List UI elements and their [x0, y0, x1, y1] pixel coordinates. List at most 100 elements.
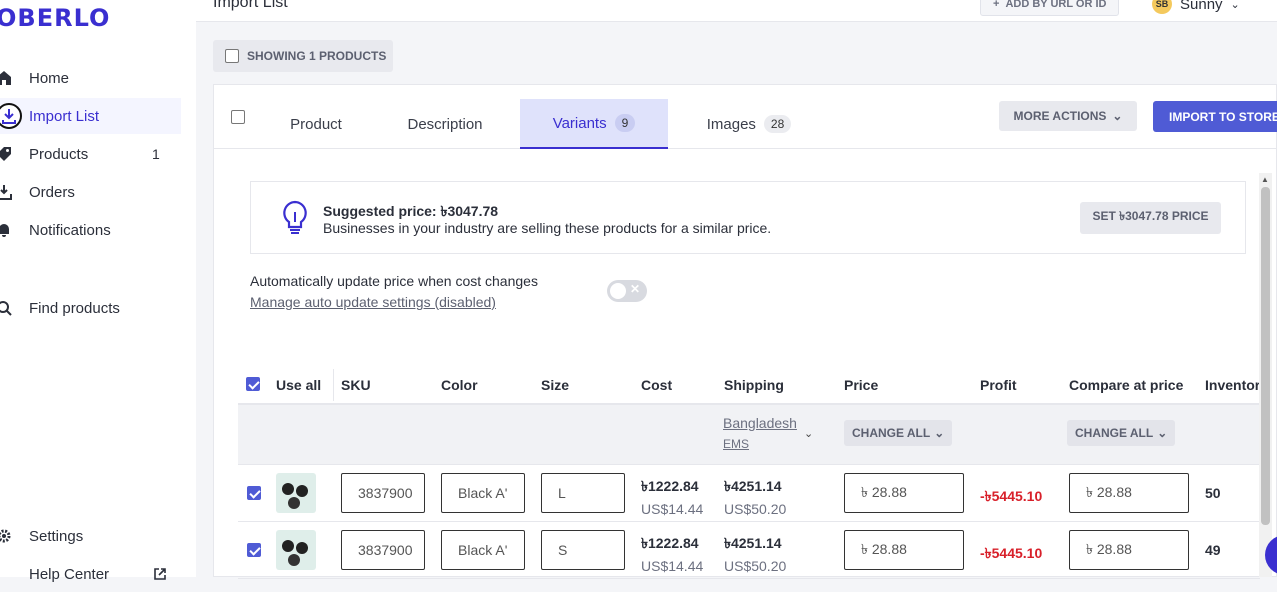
shipping-cell: ৳4251.14 US$50.20: [724, 532, 786, 574]
import-to-store-button[interactable]: IMPORT TO STORE: [1153, 101, 1277, 132]
select-all-products-checkbox[interactable]: [225, 49, 239, 63]
download-icon: [0, 103, 22, 129]
vertical-scrollbar[interactable]: ▲: [1259, 173, 1272, 577]
product-select-checkbox[interactable]: [231, 110, 245, 124]
tab-label: Variants: [552, 114, 607, 132]
shipping-value: ৳4251.14: [724, 478, 782, 494]
lightbulb-icon: [281, 200, 309, 241]
shipping-method[interactable]: EMS: [723, 437, 749, 451]
add-by-url-label: ADD BY URL OR ID: [1005, 0, 1107, 10]
sidebar-item-label: Find products: [29, 299, 120, 317]
products-count: 1: [152, 146, 160, 162]
profit-value: -৳5445.10: [980, 545, 1043, 561]
sidebar-item-label: Orders: [29, 183, 75, 201]
cost-value: ৳1222.84: [641, 535, 699, 551]
suggested-price-subtitle: Businesses in your industry are selling …: [323, 220, 772, 236]
shipping-cell: ৳4251.14 US$50.20: [724, 475, 786, 517]
cost-cell: ৳1222.84 US$14.44: [641, 532, 703, 574]
tab-description[interactable]: Description: [386, 99, 504, 149]
close-icon: ✕: [630, 282, 641, 296]
size-input[interactable]: L: [541, 473, 625, 513]
product-tabs: Product Description Variants 9 Images 28…: [214, 85, 1277, 149]
compare-at-price-input[interactable]: ৳ 28.88: [1069, 473, 1189, 513]
tab-variants[interactable]: Variants 9: [520, 99, 668, 149]
header-shipping: Shipping: [724, 377, 784, 393]
price-change-all-button[interactable]: CHANGE ALL ⌄: [844, 420, 953, 446]
column-divider: [333, 369, 334, 401]
change-all-label: CHANGE ALL: [852, 426, 931, 440]
tab-images[interactable]: Images 28: [684, 99, 814, 149]
user-menu[interactable]: SB Sunny ⌄: [1152, 0, 1240, 14]
more-actions-label: MORE ACTIONS: [1013, 109, 1107, 123]
images-count-badge: 28: [763, 115, 792, 133]
compare-at-price-input[interactable]: ৳ 28.88: [1069, 530, 1189, 570]
suggested-price-panel: Suggested price: ৳3047.78 Businesses in …: [250, 181, 1246, 254]
chevron-down-icon: ⌄: [934, 426, 945, 440]
search-icon: [0, 298, 14, 318]
cost-usd: US$14.44: [641, 558, 704, 574]
sku-input[interactable]: 3837900: [341, 530, 425, 570]
shipping-country-select[interactable]: Bangladesh: [723, 415, 797, 431]
profit-value: -৳5445.10: [980, 488, 1043, 504]
showing-products-toggle[interactable]: SHOWING 1 PRODUCTS: [213, 40, 393, 72]
scroll-up-icon[interactable]: ▲: [1261, 175, 1269, 184]
auto-update-label: Automatically update price when cost cha…: [250, 273, 538, 289]
chevron-down-icon: ⌄: [1230, 0, 1240, 11]
plus-icon: +: [993, 0, 1000, 10]
sidebar-item-find-products[interactable]: Find products: [0, 290, 181, 326]
cost-value: ৳1222.84: [641, 478, 699, 494]
more-actions-button[interactable]: MORE ACTIONS ⌄: [999, 101, 1137, 131]
orders-icon: [0, 182, 14, 202]
external-link-icon: [150, 564, 170, 584]
chevron-down-icon: ⌄: [804, 428, 814, 440]
inventory-value: 50: [1205, 485, 1221, 501]
tab-label: Product: [290, 115, 342, 133]
variant-thumbnail[interactable]: [276, 530, 316, 570]
set-suggested-price-button[interactable]: SET ৳3047.78 PRICE: [1080, 202, 1221, 234]
manage-auto-update-link[interactable]: Manage auto update settings (disabled): [250, 294, 496, 310]
tag-icon: [0, 144, 14, 164]
size-input[interactable]: S: [541, 530, 625, 570]
tab-label: Images: [706, 115, 756, 133]
use-all-checkbox[interactable]: [246, 377, 260, 391]
auto-update-toggle[interactable]: ✕: [607, 280, 647, 302]
header-color: Color: [441, 377, 478, 393]
sidebar-item-import-list[interactable]: Import List: [0, 98, 181, 134]
sku-input[interactable]: 3837900: [341, 473, 425, 513]
user-name: Sunny: [1180, 0, 1223, 13]
sidebar-item-label: Home: [29, 69, 70, 87]
sidebar-item-notifications[interactable]: Notifications: [0, 212, 181, 248]
header-cost: Cost: [641, 377, 673, 393]
variant-checkbox[interactable]: [247, 543, 261, 557]
color-input[interactable]: Black A': [441, 530, 525, 570]
scrollbar-thumb[interactable]: [1261, 187, 1270, 525]
sidebar-item-help-center[interactable]: Help Center: [0, 556, 181, 592]
compare-change-all-button[interactable]: CHANGE ALL ⌄: [1067, 420, 1176, 446]
add-by-url-button[interactable]: + ADD BY URL OR ID: [980, 0, 1120, 16]
header-inventory: Inventory: [1205, 377, 1260, 393]
avatar: SB: [1152, 0, 1172, 14]
price-input[interactable]: ৳ 28.88: [844, 530, 964, 570]
variants-table-header: Use all SKU Color Size Cost Shipping Pri…: [238, 365, 1260, 405]
cost-usd: US$14.44: [641, 501, 704, 517]
sidebar-item-label: Help Center: [29, 565, 110, 583]
sidebar: OBERLO Home Import List Products 1 Order…: [0, 0, 196, 583]
tab-product[interactable]: Product: [258, 99, 374, 149]
sidebar-item-orders[interactable]: Orders: [0, 174, 181, 210]
sidebar-item-products[interactable]: Products 1: [0, 136, 181, 172]
change-all-label: CHANGE ALL: [1075, 426, 1154, 440]
price-input[interactable]: ৳ 28.88: [844, 473, 964, 513]
product-card: Product Description Variants 9 Images 28…: [213, 84, 1277, 579]
sidebar-item-home[interactable]: Home: [0, 60, 181, 96]
sidebar-item-label: Settings: [29, 527, 84, 545]
variant-thumbnail[interactable]: [276, 473, 316, 513]
sidebar-item-settings[interactable]: Settings: [0, 518, 181, 554]
sidebar-item-label: Products: [29, 145, 89, 163]
variant-checkbox[interactable]: [247, 486, 261, 500]
header-profit: Profit: [980, 377, 1017, 393]
variants-table-subheader: Bangladesh EMS ⌄ CHANGE ALL ⌄ CHANGE ALL…: [238, 405, 1260, 465]
tab-label: Description: [407, 115, 483, 133]
variants-count-badge: 9: [614, 114, 636, 132]
oberlo-logo[interactable]: OBERLO: [0, 4, 110, 32]
color-input[interactable]: Black A': [441, 473, 525, 513]
